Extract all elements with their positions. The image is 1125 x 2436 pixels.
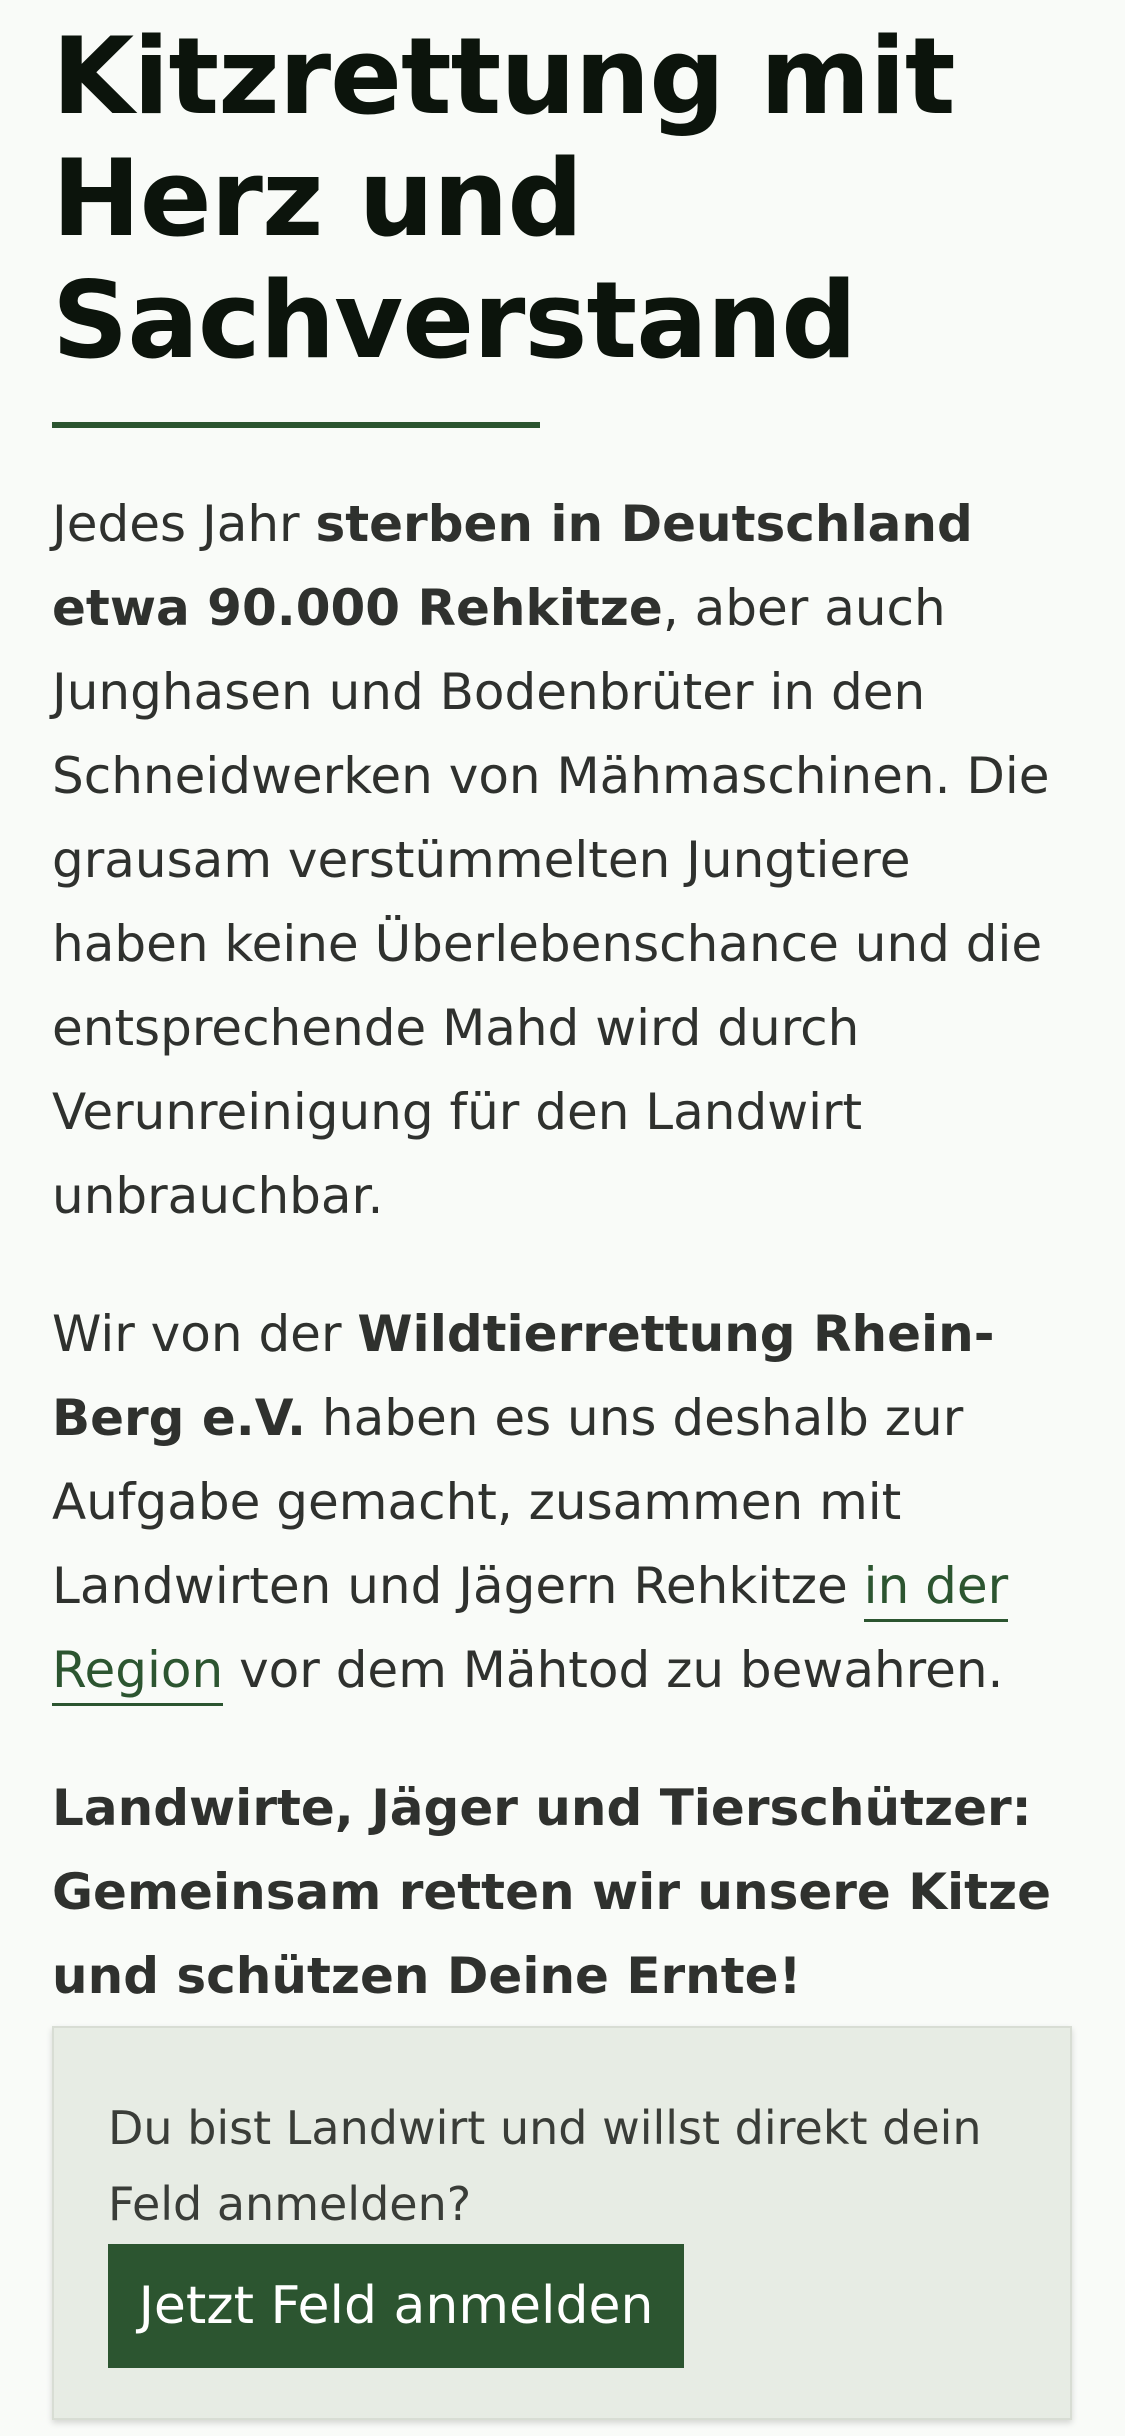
field-registration-box: Du bist Landwirt und willst direkt dein … [52,2026,1072,2420]
intro-paragraph-1: Jedes Jahr sterben in Deutschland etwa 9… [52,482,1074,1238]
title-divider [52,422,540,428]
p1-text-end: , aber auch Junghasen und Bodenbrüter in… [52,579,1050,1225]
page-title: Kitzrettung mit Herz und Sachverstand [52,0,1074,382]
cta-text: Du bist Landwirt und willst direkt dein … [108,2101,982,2231]
p2-text-end: vor dem Mähtod zu bewahren. [223,1641,1004,1699]
register-field-button[interactable]: Jetzt Feld anmelden [108,2244,684,2368]
intro-paragraph-2: Wir von der Wildtierrettung Rhein-Berg e… [52,1292,1074,1712]
page-title-line-1: Kitzrettung mit [52,15,956,138]
page-title-line-3: Sachverstand [52,259,857,382]
p2-text-start: Wir von der [52,1305,358,1363]
p1-text-start: Jedes Jahr [52,495,316,553]
main-content: Kitzrettung mit Herz und Sachverstand Je… [52,0,1074,2018]
page-title-line-2: Herz und [52,137,583,260]
intro-paragraph-3: Landwirte, Jäger und Tierschützer: Gemei… [52,1779,1052,2005]
